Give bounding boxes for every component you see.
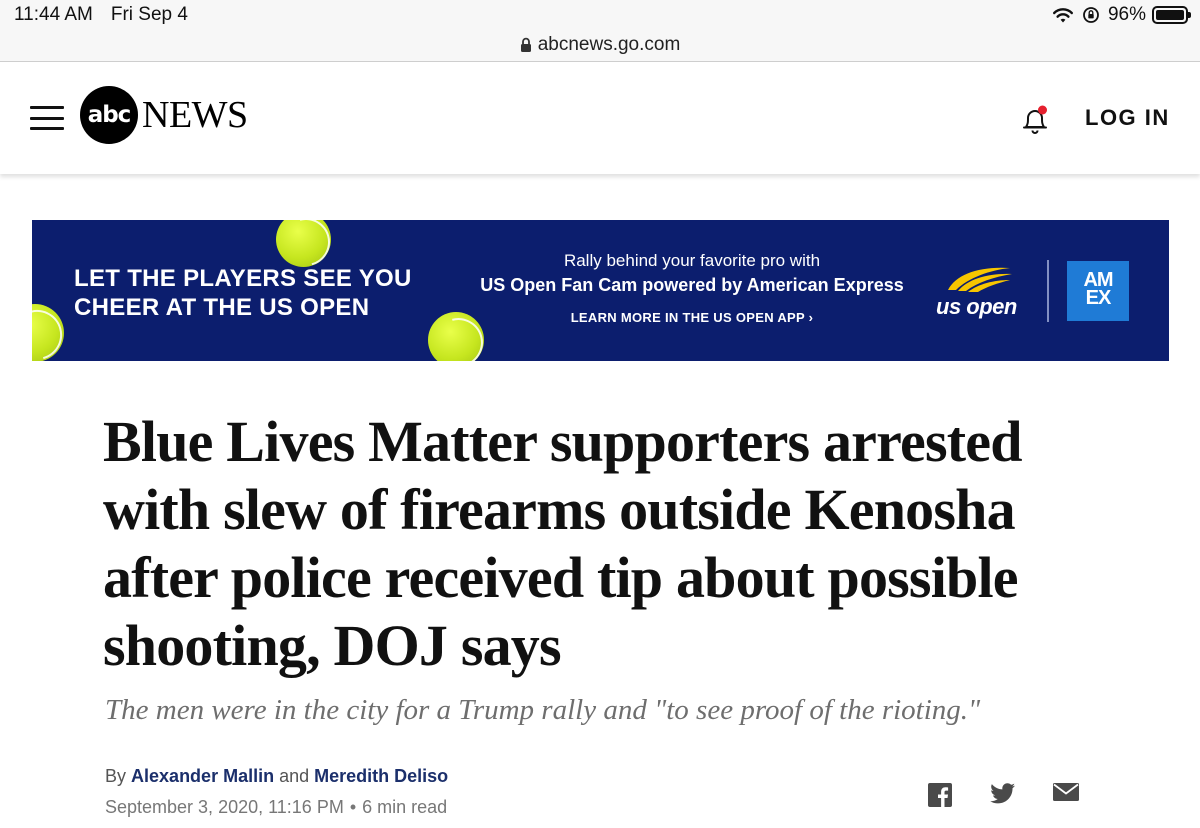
byline-prefix: By [105, 766, 127, 786]
status-date: Fri Sep 4 [110, 4, 188, 25]
email-icon[interactable] [1053, 783, 1079, 805]
us-open-logo: us open [934, 260, 1044, 320]
chevron-right-icon: › [808, 310, 814, 325]
ad-body-line2: US Open Fan Cam powered by American Expr… [480, 275, 904, 295]
us-open-flame-icon [948, 267, 1012, 292]
status-left: 11:44 AM Fri Sep 4 [14, 4, 206, 26]
author-link-2[interactable]: Meredith Deliso [314, 766, 448, 786]
ad-cta-link[interactable]: LEARN MORE IN THE US OPEN APP › [462, 310, 922, 325]
battery-icon [1152, 6, 1191, 24]
publish-date: September 3, 2020, 11:16 PM [105, 797, 344, 817]
wifi-icon [1052, 6, 1074, 24]
abc-news-logo[interactable]: abc NEWS [80, 86, 248, 144]
ad-cta-label: LEARN MORE IN THE US OPEN APP [570, 310, 805, 325]
ad-copy: Rally behind your favorite pro with US O… [462, 250, 922, 325]
twitter-icon[interactable] [990, 783, 1016, 805]
article-subhead: The men were in the city for a Trump ral… [105, 694, 981, 726]
amex-line2: EX [1085, 287, 1112, 309]
url-text: abcnews.go.com [537, 33, 681, 55]
us-open-wordmark: us open [936, 294, 1017, 319]
address-bar[interactable]: abcnews.go.com [0, 28, 1200, 62]
status-right: 96% [1044, 4, 1191, 26]
read-time: 6 min read [362, 797, 448, 817]
ad-headline: LET THE PLAYERS SEE YOU CHEER AT THE US … [74, 264, 412, 322]
url-display[interactable]: abcnews.go.com [520, 33, 681, 56]
news-wordmark: NEWS [142, 94, 248, 136]
byline: By Alexander Mallin and Meredith Deliso [105, 766, 448, 787]
abc-logo-mark: abc [80, 86, 138, 144]
ad-headline-line1: LET THE PLAYERS SEE YOU [74, 265, 412, 292]
status-bar: 11:44 AM Fri Sep 4 96% [0, 0, 1200, 28]
ad-body-line1: Rally behind your favorite pro with [563, 251, 821, 270]
article-headline: Blue Lives Matter supporters arrested wi… [103, 409, 1022, 678]
lock-icon [520, 37, 532, 53]
us-open-ad-banner[interactable]: LET THE PLAYERS SEE YOU CHEER AT THE US … [32, 220, 1169, 361]
amex-logo: AM EX [1067, 261, 1129, 321]
battery-percent: 96% [1107, 4, 1146, 25]
separator-dot: • [349, 797, 357, 817]
ad-divider [1047, 260, 1049, 322]
login-button[interactable]: LOG IN [1085, 105, 1170, 131]
orientation-lock-icon [1082, 6, 1100, 24]
status-time: 11:44 AM [14, 4, 93, 25]
tennis-ball-icon [32, 304, 64, 361]
byline-join: and [279, 766, 310, 786]
author-link-1[interactable]: Alexander Mallin [131, 766, 274, 786]
tennis-ball-icon [276, 220, 331, 267]
facebook-icon[interactable] [928, 783, 954, 807]
notification-bell-icon[interactable] [1017, 102, 1053, 138]
dateline: September 3, 2020, 11:16 PM • 6 min read [105, 797, 447, 818]
site-header: abc NEWS LOG IN [0, 62, 1200, 174]
ad-headline-line2: CHEER AT THE US OPEN [74, 294, 370, 321]
menu-icon[interactable] [30, 106, 64, 130]
